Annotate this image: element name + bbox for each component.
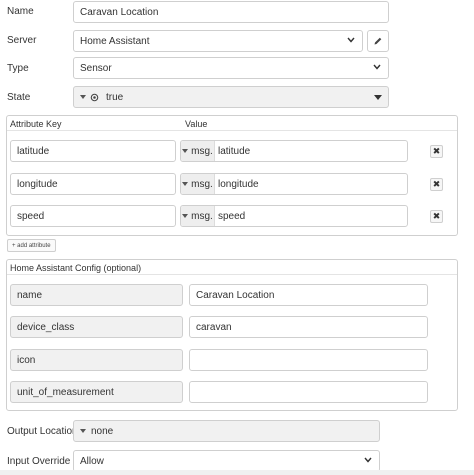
type-prefix: msg. <box>191 178 213 190</box>
type-selector-button[interactable]: msg. <box>181 206 215 226</box>
remove-attribute-button[interactable]: ✖ <box>430 178 443 191</box>
attribute-value-input[interactable]: msg. longitude <box>180 173 408 195</box>
ha-config-divider <box>7 274 457 275</box>
type-selector-button[interactable]: msg. <box>181 141 215 161</box>
header-divider <box>7 130 457 131</box>
ha-config-key-text: name <box>17 289 43 301</box>
name-input[interactable]: Caravan Location <box>73 1 389 23</box>
type-prefix: msg. <box>191 145 213 157</box>
attribute-key-header: Attribute Key <box>10 119 62 129</box>
ha-config-value-text: Caravan Location <box>196 289 275 301</box>
server-label: Server <box>7 35 37 46</box>
attribute-value: longitude <box>218 178 259 190</box>
close-icon: ✖ <box>432 179 441 189</box>
type-dropdown-caret-icon <box>80 95 86 99</box>
caret-down-icon <box>182 149 189 153</box>
output-location-value: none <box>91 425 114 437</box>
ha-config-key-text: device_class <box>17 321 75 333</box>
ha-config-value-input[interactable] <box>189 381 428 403</box>
type-prefix: msg. <box>191 210 213 222</box>
server-select[interactable]: Home Assistant <box>73 30 363 52</box>
ha-config-value-input[interactable] <box>189 349 428 371</box>
chevron-down-icon <box>364 457 372 463</box>
edit-server-button[interactable] <box>367 30 389 52</box>
attribute-value: speed <box>218 210 246 222</box>
state-typed-input[interactable]: true <box>73 86 389 108</box>
type-selector-button[interactable]: msg. <box>181 174 215 194</box>
ha-config-value-text: caravan <box>196 321 232 333</box>
input-override-value: Allow <box>80 455 104 467</box>
ha-config-value-input[interactable]: caravan <box>189 316 428 338</box>
output-location-label: Output Location <box>7 426 78 437</box>
add-attribute-label: + add attribute <box>12 242 51 249</box>
ha-config-key: device_class <box>10 316 183 338</box>
output-location-input[interactable]: none <box>73 420 380 442</box>
chevron-down-icon <box>374 95 382 100</box>
ha-config-key: icon <box>10 349 183 371</box>
attribute-key-input[interactable]: speed <box>10 205 176 227</box>
caret-down-icon <box>182 214 189 218</box>
ha-config-key: name <box>10 284 183 306</box>
attribute-value-input[interactable]: msg. latitude <box>180 140 408 162</box>
ha-config-value-input[interactable]: Caravan Location <box>189 284 428 306</box>
type-dropdown-caret-icon <box>80 429 86 433</box>
input-override-label: Input Override <box>7 456 71 467</box>
add-attribute-button[interactable]: + add attribute <box>7 239 56 252</box>
ha-config-key-text: icon <box>17 354 36 366</box>
state-label: State <box>7 92 31 103</box>
name-label: Name <box>7 6 34 17</box>
ha-config-key-text: unit_of_measurement <box>17 386 114 398</box>
close-icon: ✖ <box>432 146 441 156</box>
close-icon: ✖ <box>432 211 441 221</box>
attribute-key-value: speed <box>17 210 45 222</box>
input-override-select[interactable]: Allow <box>73 450 380 472</box>
chevron-down-icon <box>347 37 355 43</box>
state-value: true <box>106 91 124 103</box>
eye-icon <box>90 93 99 101</box>
ha-config-title: Home Assistant Config (optional) <box>10 263 142 273</box>
attribute-key-input[interactable]: latitude <box>10 140 176 162</box>
remove-attribute-button[interactable]: ✖ <box>430 210 443 223</box>
type-select-value: Sensor <box>80 62 112 74</box>
attribute-key-value: longitude <box>17 178 58 190</box>
attribute-value-header: Value <box>185 119 208 129</box>
pencil-icon <box>374 37 382 45</box>
ha-config-key: unit_of_measurement <box>10 381 183 403</box>
chevron-down-icon <box>373 64 381 70</box>
attribute-key-input[interactable]: longitude <box>10 173 176 195</box>
remove-attribute-button[interactable]: ✖ <box>430 145 443 158</box>
name-input-value: Caravan Location <box>80 6 159 18</box>
type-select[interactable]: Sensor <box>73 57 389 79</box>
attribute-value-input[interactable]: msg. speed <box>180 205 408 227</box>
attribute-key-value: latitude <box>17 145 50 157</box>
type-label: Type <box>7 63 29 74</box>
server-select-value: Home Assistant <box>80 35 150 47</box>
attribute-value: latitude <box>218 145 251 157</box>
caret-down-icon <box>182 182 189 186</box>
horizontal-scrollbar[interactable] <box>0 470 474 475</box>
